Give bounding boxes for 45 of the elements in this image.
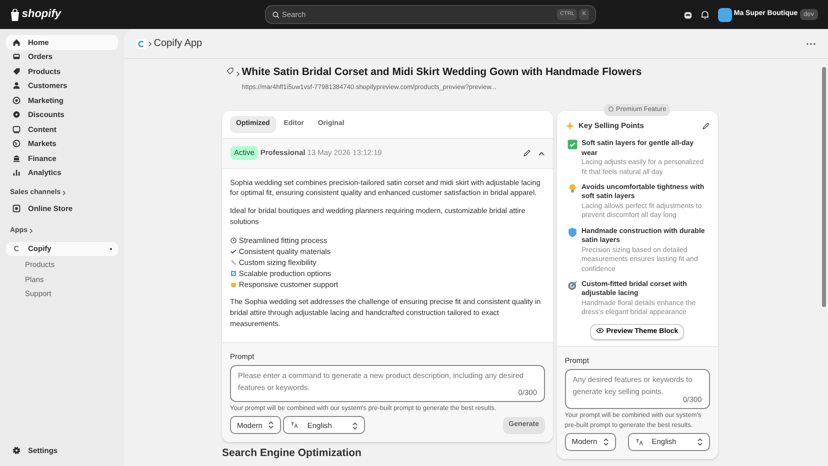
- chevron-right-icon: [62, 190, 66, 196]
- monitor-icon: [12, 124, 21, 134]
- clock-icon: [230, 237, 237, 244]
- lightbulb-icon: [566, 183, 578, 194]
- shopping-bag-logo-icon: [10, 8, 20, 20]
- badge-icon: [12, 110, 21, 120]
- chevron-updown-icon: [696, 438, 703, 446]
- home-icon: [12, 38, 21, 47]
- store-icon: [12, 204, 21, 214]
- chart-box-icon: [230, 270, 237, 278]
- eye-icon: [596, 326, 604, 334]
- target-icon: [566, 280, 578, 291]
- c-logo-icon: [12, 244, 21, 254]
- tag-icon: [226, 67, 234, 75]
- chevron-updown-icon: [268, 421, 274, 430]
- chevron-updown-icon: [603, 438, 610, 446]
- app-logo-icon: [136, 38, 146, 48]
- store-avatar[interactable]: [718, 8, 732, 22]
- bank-icon: [12, 154, 21, 163]
- logo-text: shopify: [22, 7, 61, 22]
- chevron-up-icon[interactable]: [538, 150, 545, 156]
- pencil-icon[interactable]: [702, 122, 710, 130]
- settings-icon: [12, 446, 21, 456]
- bar-chart-icon: [12, 168, 21, 178]
- checkmark-icon: [230, 248, 237, 256]
- translate-icon: [634, 438, 643, 446]
- bell-icon[interactable]: [700, 10, 710, 20]
- translate-icon: [290, 421, 298, 430]
- tag-icon: [12, 66, 21, 76]
- pencil-icon[interactable]: [522, 149, 530, 157]
- search-icon: [272, 10, 280, 18]
- app-title: Copify App: [154, 37, 202, 51]
- chevron-right-icon: [236, 71, 240, 78]
- shield-icon: [566, 226, 578, 238]
- chevron-right-icon: [148, 40, 152, 46]
- scrollbar-thumb[interactable]: [822, 67, 826, 307]
- product-title: White Satin Bridal Corset and Midi Skirt Wedding Gown with Handmade Flowers: [242, 65, 642, 80]
- target-icon: [12, 96, 21, 105]
- checkbox-icon: [566, 139, 578, 150]
- tray-icon: [12, 52, 21, 62]
- sparkle-icon: [564, 120, 575, 131]
- section-heading: Search Engine Optimization: [222, 447, 362, 460]
- chevron-right-icon: [29, 228, 34, 234]
- chevron-updown-icon: [352, 422, 358, 430]
- person-icon: [12, 81, 21, 90]
